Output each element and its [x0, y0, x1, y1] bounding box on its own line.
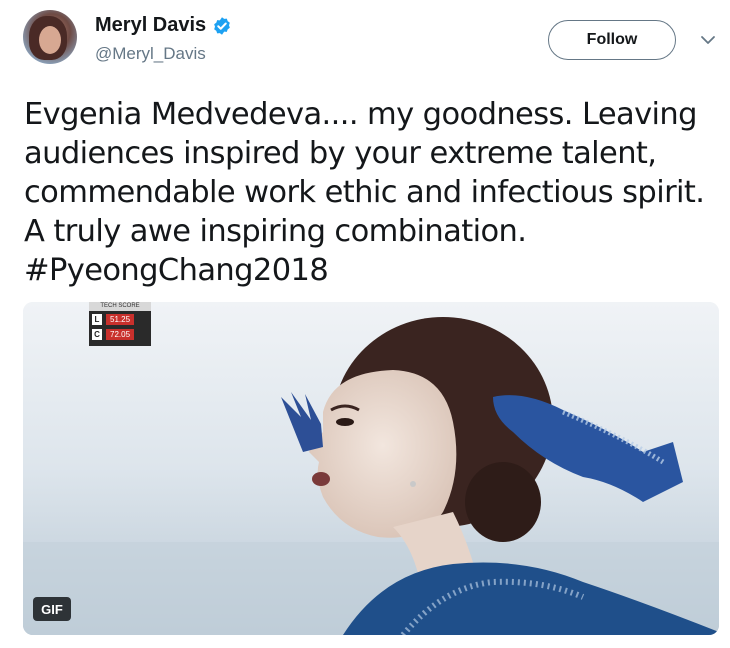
tweet-text-line: A truly awe inspiring combination.	[24, 214, 527, 249]
hashtag-link[interactable]: #PyeongChang2018	[24, 251, 724, 290]
score-row: C 72.05	[92, 328, 148, 341]
follow-button[interactable]: Follow	[548, 20, 676, 60]
tweet-text-line: Evgenia Medvedeva.... my goodness. Leavi…	[24, 97, 698, 132]
author-display-name[interactable]: Meryl Davis	[95, 14, 206, 37]
author-name-row: Meryl Davis	[95, 14, 232, 37]
tweet-text-line: audiences inspired by your extreme talen…	[24, 136, 657, 171]
avatar-face	[39, 26, 61, 54]
gif-frame-illustration	[23, 302, 719, 635]
avatar[interactable]	[23, 10, 77, 64]
score-key: L	[92, 314, 102, 325]
author-handle[interactable]: @Meryl_Davis	[95, 44, 206, 64]
tweet-text: Evgenia Medvedeva.... my goodness. Leavi…	[24, 95, 724, 290]
score-key: C	[92, 329, 102, 340]
gif-badge: GIF	[33, 597, 71, 621]
score-overlay-title: TECH SCORE	[89, 302, 151, 311]
tweet-media-gif[interactable]: TECH SCORE L 51.25 C 72.05 GIF	[23, 302, 719, 635]
chevron-down-icon[interactable]	[700, 34, 716, 46]
score-row: L 51.25	[92, 313, 148, 326]
tweet-text-line: commendable work ethic and infectious sp…	[24, 175, 705, 210]
score-value: 72.05	[106, 329, 135, 340]
score-value: 51.25	[106, 314, 135, 325]
score-overlay: TECH SCORE L 51.25 C 72.05	[89, 302, 151, 346]
verified-badge-icon	[214, 16, 231, 35]
